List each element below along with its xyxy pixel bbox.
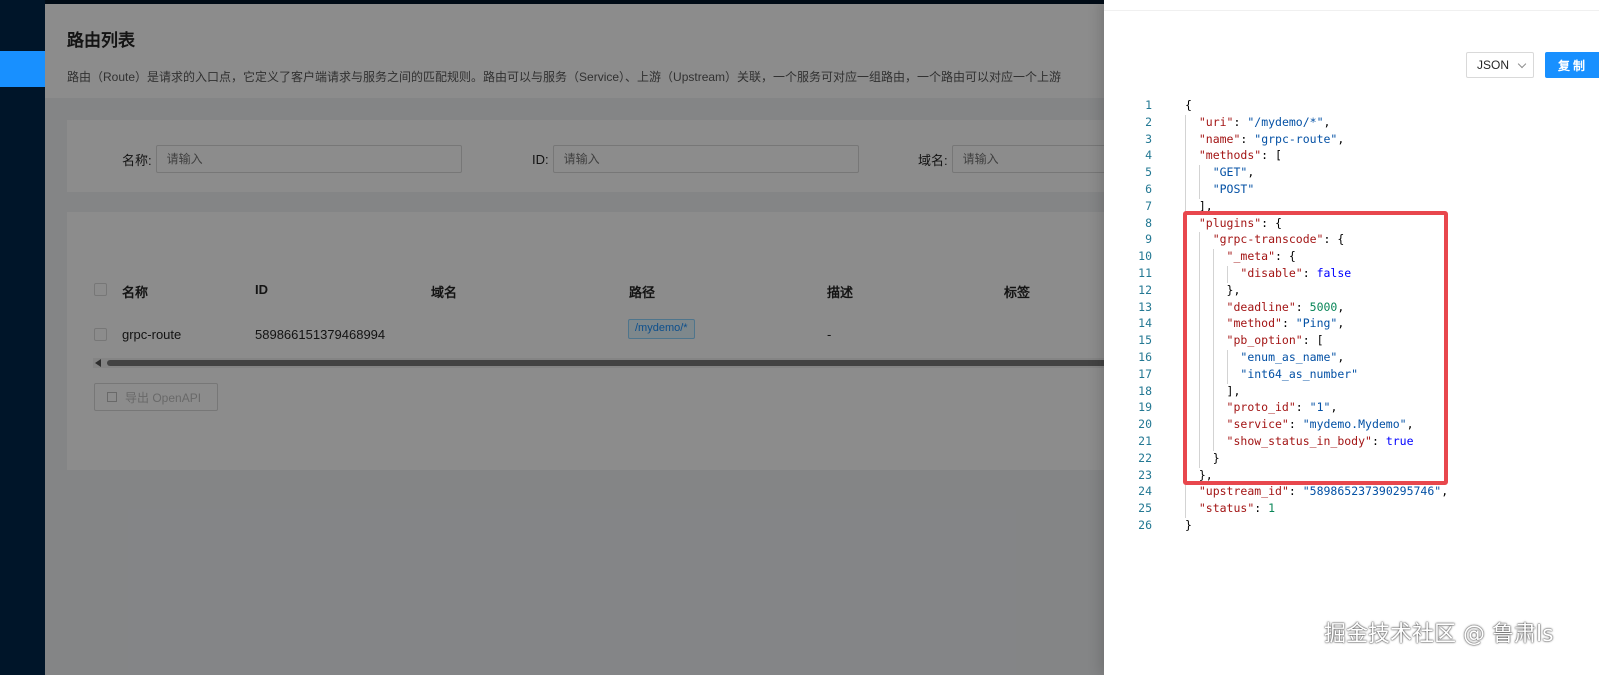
watermark: 掘金技术社区 @ 鲁肃ls: [1324, 622, 1554, 647]
code-line: 4 "methods": [: [1104, 148, 1599, 165]
line-number: 1: [1145, 98, 1152, 112]
code-text: "POST": [1212, 182, 1255, 196]
sidebar: [0, 0, 45, 675]
code-line: 5 "GET",: [1104, 165, 1599, 182]
line-number: 23: [1138, 467, 1152, 482]
line-number: 26: [1138, 518, 1152, 532]
line-number: 14: [1138, 316, 1152, 331]
code-text: {: [1185, 98, 1192, 112]
indent-guide: [1198, 165, 1200, 199]
line-number: 22: [1138, 450, 1152, 465]
line-number: 11: [1138, 266, 1152, 280]
code-text: "GET",: [1212, 165, 1255, 180]
plugins-highlight-box: [1183, 211, 1448, 485]
line-number: 10: [1138, 249, 1152, 264]
code-text: "name": "grpc-route",: [1198, 131, 1345, 146]
code-line: 6 "POST": [1104, 182, 1599, 199]
line-number: 19: [1138, 400, 1152, 415]
code-text: }: [1185, 518, 1192, 532]
code-line: 25 "status": 1: [1104, 501, 1599, 518]
line-number: 2: [1145, 114, 1152, 129]
line-number: 12: [1138, 282, 1152, 297]
line-number: 21: [1138, 434, 1152, 448]
format-select[interactable]: JSON: [1466, 52, 1534, 78]
drawer-header-divider: [1104, 10, 1599, 11]
line-number: 17: [1138, 366, 1152, 381]
chevron-down-icon: [1517, 59, 1527, 69]
code-text: "upstream_id": "589865237390295746",: [1198, 484, 1449, 499]
line-number: 6: [1145, 182, 1152, 196]
code-line: 2 "uri": "/mydemo/*",: [1104, 115, 1599, 132]
line-number: 18: [1138, 383, 1152, 398]
line-number: 9: [1145, 232, 1152, 247]
sidebar-active-item[interactable]: [0, 51, 45, 87]
line-number: 7: [1145, 198, 1152, 213]
line-number: 20: [1138, 417, 1152, 432]
line-number: 24: [1138, 484, 1152, 499]
line-number: 13: [1138, 299, 1152, 314]
code-text: "status": 1: [1198, 501, 1276, 516]
line-number: 25: [1138, 501, 1152, 516]
code-line: 1{: [1104, 98, 1599, 115]
modal-mask[interactable]: [45, 0, 1149, 675]
code-line: 3 "name": "grpc-route",: [1104, 132, 1599, 149]
code-text: "uri": "/mydemo/*",: [1198, 114, 1331, 129]
line-number: 16: [1138, 350, 1152, 364]
code-text: "methods": [: [1198, 148, 1282, 163]
copy-button[interactable]: 复制: [1545, 52, 1599, 78]
json-view-drawer: JSON 复制 1{2 "uri": "/mydemo/*", 3 "name":…: [1104, 0, 1599, 675]
line-number: 8: [1145, 215, 1152, 230]
code-line: 24 "upstream_id": "589865237390295746",: [1104, 484, 1599, 501]
line-number: 15: [1138, 333, 1152, 348]
line-number: 3: [1145, 131, 1152, 146]
format-select-value: JSON: [1477, 58, 1510, 72]
line-number: 4: [1145, 148, 1152, 163]
line-number: 5: [1145, 165, 1152, 180]
code-line: 26}: [1104, 518, 1599, 535]
